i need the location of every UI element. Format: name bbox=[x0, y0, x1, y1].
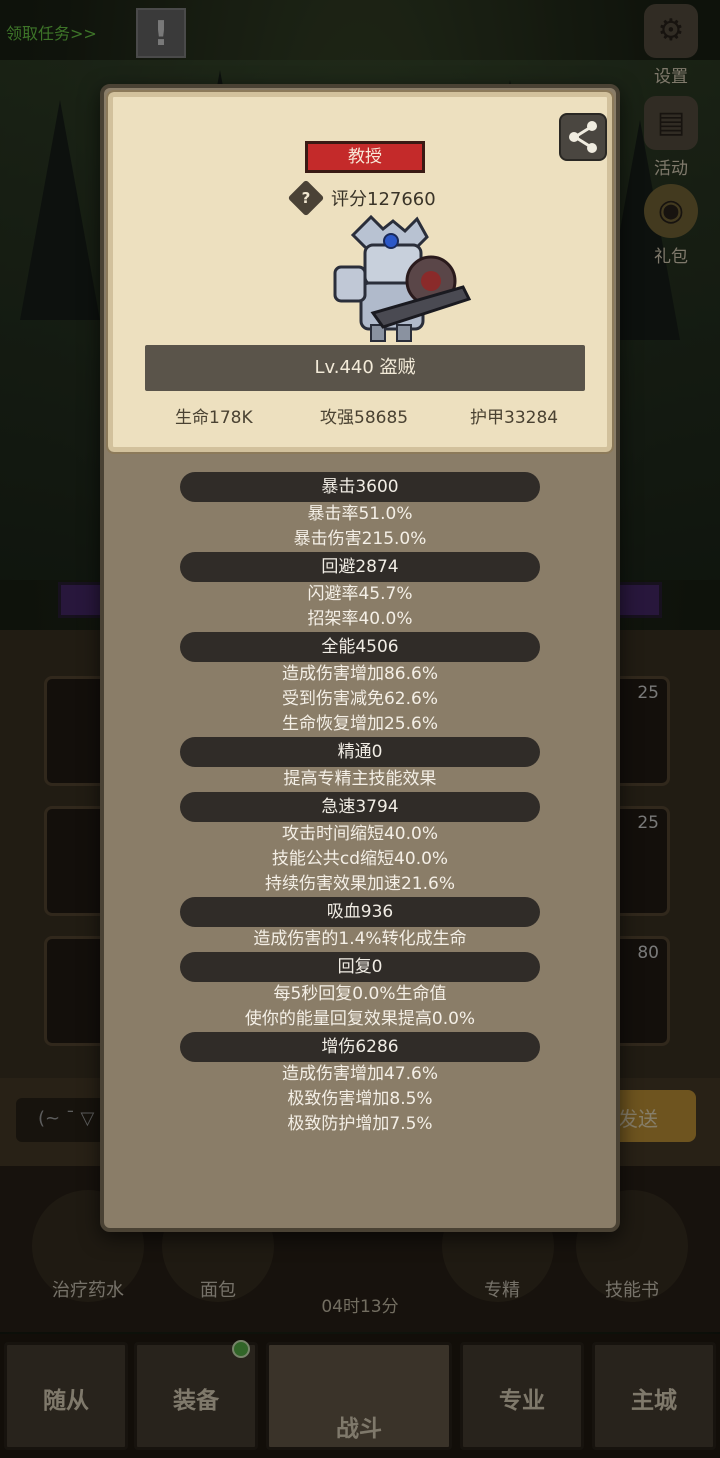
attribute-detail: 暴击率51.0% bbox=[307, 504, 413, 524]
attribute-header: 全能4506 bbox=[180, 632, 540, 662]
attribute-detail: 技能公共cd缩短40.0% bbox=[271, 849, 449, 869]
help-icon[interactable]: ? bbox=[287, 179, 325, 217]
attribute-detail: 极致防护增加7.5% bbox=[287, 1114, 433, 1134]
level-class-bar: Lv.440 盗贼 bbox=[145, 345, 585, 391]
character-card: 教授 ? 评分127660 Lv.440 盗贼 生命178K 攻强58685 护… bbox=[106, 90, 614, 454]
share-icon bbox=[569, 121, 597, 153]
attribute-detail: 受到伤害减免62.6% bbox=[281, 689, 438, 709]
title-badge: 教授 bbox=[305, 141, 425, 173]
attribute-header: 急速3794 bbox=[180, 792, 540, 822]
attribute-detail: 招架率40.0% bbox=[307, 609, 413, 629]
attribute-detail: 持续伤害效果加速21.6% bbox=[264, 874, 455, 894]
attribute-header: 回复0 bbox=[180, 952, 540, 982]
attribute-detail: 攻击时间缩短40.0% bbox=[281, 824, 438, 844]
score-text: 评分127660 bbox=[331, 189, 436, 210]
attribute-detail: 生命恢复增加25.6% bbox=[281, 714, 438, 734]
attribute-detail: 极致伤害增加8.5% bbox=[287, 1089, 433, 1109]
attribute-header: 吸血936 bbox=[180, 897, 540, 927]
share-button[interactable] bbox=[559, 113, 607, 161]
attribute-header: 精通0 bbox=[180, 737, 540, 767]
character-stats-popup: 教授 ? 评分127660 Lv.440 盗贼 生命178K 攻强58685 护… bbox=[100, 84, 620, 1232]
armor-stat: 护甲33284 bbox=[470, 408, 559, 428]
summary-stats: 生命178K 攻强58685 护甲33284 bbox=[113, 403, 617, 435]
hp-stat: 生命178K bbox=[175, 408, 253, 428]
attribute-detail: 造成伤害增加86.6% bbox=[281, 664, 438, 684]
score-row: ? 评分127660 bbox=[287, 179, 493, 217]
attribute-detail: 暴击伤害215.0% bbox=[293, 529, 427, 549]
attack-stat: 攻强58685 bbox=[320, 408, 409, 428]
attribute-detail: 每5秒回复0.0%生命值 bbox=[273, 984, 447, 1004]
help-glyph: ? bbox=[301, 189, 311, 207]
attribute-detail: 造成伤害增加47.6% bbox=[281, 1064, 438, 1084]
attribute-header: 暴击3600 bbox=[180, 472, 540, 502]
attribute-list: 暴击3600 暴击率51.0% 暴击伤害215.0% 回避2874 闪避率45.… bbox=[104, 472, 616, 1137]
attribute-header: 回避2874 bbox=[180, 552, 540, 582]
attribute-detail: 闪避率45.7% bbox=[307, 584, 413, 604]
attribute-detail: 使你的能量回复效果提高0.0% bbox=[244, 1009, 476, 1029]
hero-portrait bbox=[333, 215, 472, 342]
attribute-detail: 造成伤害的1.4%转化成生命 bbox=[253, 929, 467, 949]
attribute-header: 增伤6286 bbox=[180, 1032, 540, 1062]
attribute-detail: 提高专精主技能效果 bbox=[283, 769, 437, 789]
